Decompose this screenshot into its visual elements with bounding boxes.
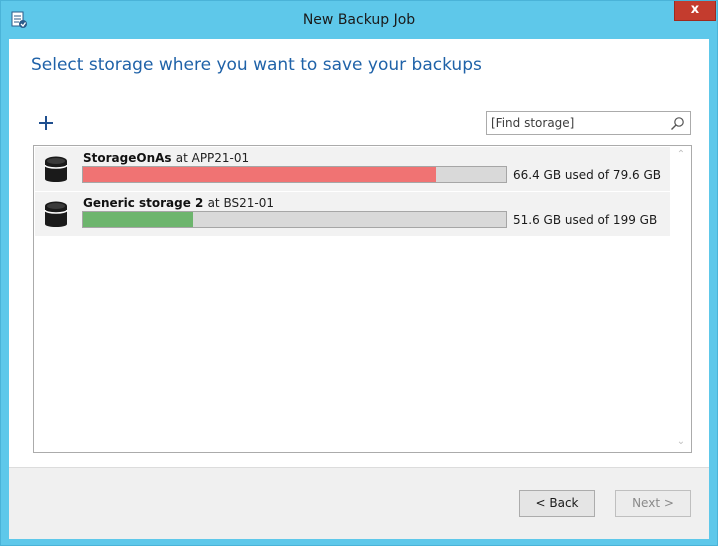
- storage-row-generic-storage-2[interactable]: Generic storage 2 at BS21-01 51.6 GB use…: [35, 192, 670, 236]
- usage-bar-fill: [83, 212, 193, 227]
- find-storage-box[interactable]: [486, 111, 691, 135]
- usage-bar: [82, 211, 507, 228]
- scroll-up-arrow-icon[interactable]: ⌃: [676, 150, 686, 160]
- usage-text: 66.4 GB used of 79.6 GB: [513, 168, 661, 182]
- storage-host: at BS21-01: [207, 196, 274, 210]
- usage-text: 51.6 GB used of 199 GB: [513, 213, 658, 227]
- plus-icon[interactable]: [35, 112, 57, 134]
- usage-bar-fill: [83, 167, 436, 182]
- storage-name: Generic storage 2 at BS21-01: [83, 196, 274, 210]
- scrollbar[interactable]: ⌃ ⌄: [672, 147, 690, 451]
- storage-name-text: Generic storage 2: [83, 196, 204, 210]
- storage-list[interactable]: StorageOnAs at APP21-01 66.4 GB used of …: [33, 145, 692, 453]
- scroll-down-arrow-icon[interactable]: ⌄: [676, 437, 686, 447]
- usage-bar: [82, 166, 507, 183]
- footer: < Back Next >: [9, 467, 709, 539]
- storage-name: StorageOnAs at APP21-01: [83, 151, 249, 165]
- back-button[interactable]: < Back: [519, 490, 595, 517]
- main-content: Select storage where you want to save yo…: [9, 39, 709, 467]
- database-icon: [44, 201, 68, 227]
- page-heading: Select storage where you want to save yo…: [31, 55, 482, 75]
- storage-host: at APP21-01: [175, 151, 250, 165]
- next-button[interactable]: Next >: [615, 490, 691, 517]
- title-bar[interactable]: New Backup Job x: [1, 1, 717, 39]
- storage-row-storageonas[interactable]: StorageOnAs at APP21-01 66.4 GB used of …: [35, 147, 670, 191]
- database-icon: [44, 156, 68, 182]
- storage-name-text: StorageOnAs: [83, 151, 172, 165]
- magnifier-icon[interactable]: [670, 116, 685, 131]
- window-title: New Backup Job: [302, 12, 416, 28]
- find-storage-input[interactable]: [491, 114, 661, 132]
- window: New Backup Job x Select storage where yo…: [0, 0, 718, 546]
- close-button[interactable]: x: [674, 1, 716, 21]
